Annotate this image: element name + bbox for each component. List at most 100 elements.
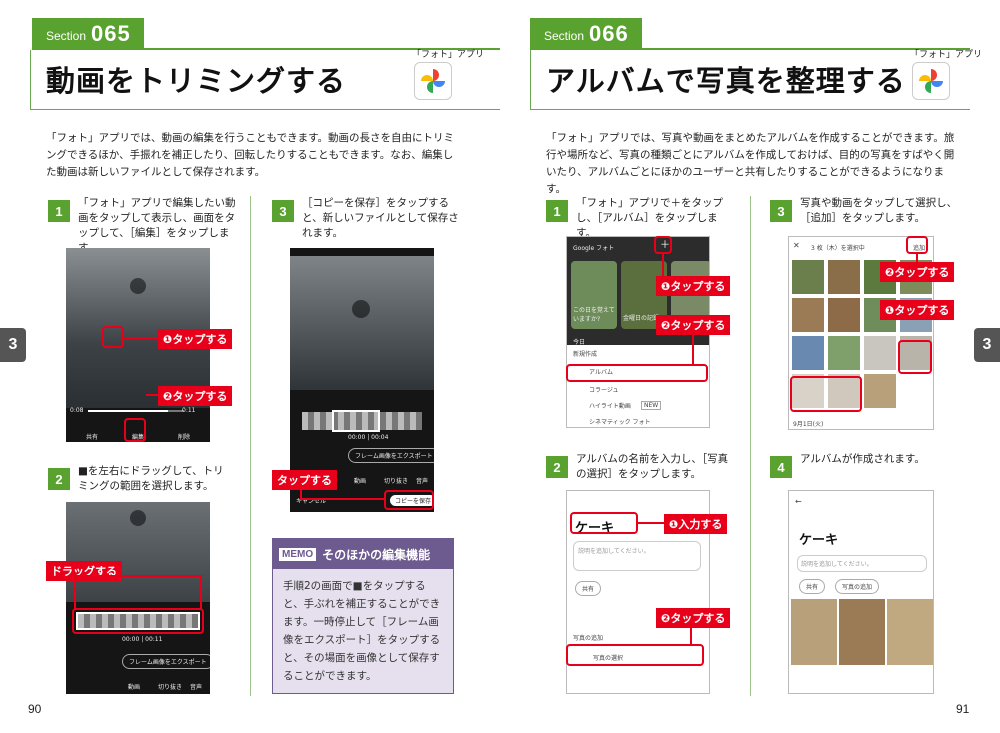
step-text-1: 「フォト」アプリで＋をタップし、［アルバム］をタップします。: [576, 197, 723, 239]
section-word: Section: [544, 28, 585, 43]
memo-label: MEMO: [279, 547, 317, 561]
step-text-4: アルバムが作成されます。: [800, 453, 925, 465]
close-icon[interactable]: ✕: [793, 241, 800, 250]
step-number-4: 4: [770, 456, 792, 478]
highlight-album-name: [570, 512, 638, 534]
photo-thumb[interactable]: [827, 259, 861, 295]
callout-line: [692, 330, 694, 364]
album-created-screen: ← ケーキ 説明を追加してください。 共有 写真の追加: [788, 490, 934, 694]
step-text-3: 写真や動画をタップして選択し、［追加］をタップします。: [800, 197, 958, 224]
callout-input: ❶入力する: [664, 514, 728, 534]
share-button[interactable]: 共有: [575, 581, 602, 596]
play-icon[interactable]: [130, 510, 146, 526]
photo-thumb[interactable]: [791, 335, 825, 371]
callout-line: [124, 337, 158, 339]
play-icon[interactable]: [352, 300, 370, 318]
photo-thumb[interactable]: [863, 335, 897, 371]
description-input[interactable]: 説明を追加してください。: [573, 541, 701, 571]
highlight-save-copy: [384, 490, 434, 510]
callout-tap-save: タップする: [272, 470, 337, 490]
step-text-1: 「フォト」アプリで編集したい動画をタップして表示し、画面をタップして、［編集］を…: [78, 197, 236, 254]
photo-thumb[interactable]: [791, 297, 825, 333]
add-photos-label: 写真の追加: [573, 635, 604, 642]
step-text-2: アルバムの名前を入力し、［写真の選択］をタップします。: [576, 453, 729, 480]
chapter-tab-right: 3: [974, 328, 1000, 362]
highlight-trim-range: [72, 608, 204, 634]
trim-strip[interactable]: [302, 410, 422, 432]
description-input[interactable]: 説明を追加してください。: [797, 555, 927, 572]
delete-button[interactable]: 削除: [178, 432, 190, 441]
share-button[interactable]: 共有: [86, 432, 98, 441]
step-number-2: 2: [48, 468, 70, 490]
app-tag-right: 「フォト」アプリ: [910, 50, 983, 60]
highlight-select-photos: [566, 644, 704, 666]
menu-item-highlight[interactable]: ハイライト動画: [589, 401, 631, 410]
google-photos-icon: [912, 62, 950, 100]
page-title-left: 動画をトリミングする: [46, 64, 347, 98]
tab-video[interactable]: 動画: [354, 476, 366, 485]
app-tag-left: 「フォト」アプリ: [412, 50, 485, 60]
callout-line: [74, 575, 76, 609]
callout-line: [200, 575, 202, 609]
album-title: ケーキ: [799, 533, 839, 548]
tab-video[interactable]: 動画: [128, 682, 140, 691]
step-number-1: 1: [48, 200, 70, 222]
step-number-3: 3: [272, 200, 294, 222]
tab-crop[interactable]: 切り抜き: [158, 682, 182, 691]
tab-audio[interactable]: 音声: [190, 682, 202, 691]
export-frame-button[interactable]: フレーム画像をエクスポート: [348, 448, 434, 463]
export-frame-button[interactable]: フレーム画像をエクスポート: [122, 654, 210, 669]
step-number-2: 2: [546, 456, 568, 478]
memo-body: 手順2の画面で■をタップすると、手ぶれを補正することができます。一時停止して［フ…: [273, 569, 453, 693]
memo-title: そのほかの編集機能: [322, 547, 431, 562]
menu-item-collage[interactable]: コラージュ: [589, 385, 618, 394]
create-menu: 新規作成 アルバム コラージュ ハイライト動画 NEW シネマティック フォト: [567, 345, 709, 427]
callout-line: [146, 394, 158, 396]
album-photo[interactable]: [791, 599, 837, 665]
add-photos-button[interactable]: 写真の追加: [835, 579, 880, 594]
time-end: 0:11: [182, 407, 196, 414]
photo-thumb[interactable]: [899, 373, 933, 409]
intro-left: 「フォト」アプリでは、動画の編集を行うこともできます。動画の長さを自由にトリミン…: [46, 132, 455, 178]
photo-thumb[interactable]: [827, 297, 861, 333]
memo-box: MEMO そのほかの編集機能 手順2の画面で■をタップすると、手ぶれを補正するこ…: [272, 538, 454, 694]
new-badge: NEW: [641, 401, 662, 410]
highlight-edit-button: [124, 418, 146, 442]
step-number-3: 3: [770, 200, 792, 222]
date-label: 9月1日(火): [793, 421, 824, 428]
callout-tap-2: ❷タップする: [656, 315, 731, 335]
video-frame: [66, 248, 210, 408]
album-photo[interactable]: [839, 599, 885, 665]
card-label-1: この日を覚えていますか?: [573, 307, 615, 323]
highlight-plus: [654, 236, 672, 254]
step-text-3: ［コピーを保存］をタップすると、新しいファイルとして保存されます。: [302, 197, 459, 239]
google-photos-icon: [414, 62, 452, 100]
album-photo[interactable]: [887, 599, 933, 665]
callout-drag: ドラッグする: [46, 561, 122, 581]
play-icon[interactable]: [130, 278, 146, 294]
column-divider: [250, 196, 251, 696]
callout-line: [300, 498, 384, 500]
menu-item-cinematic[interactable]: シネマティック フォト: [589, 417, 651, 426]
tab-audio[interactable]: 音声: [416, 476, 428, 485]
photo-thumb[interactable]: [827, 335, 861, 371]
page-number-left: 90: [28, 702, 42, 716]
time-start: 0:08: [70, 407, 84, 414]
step-number-1: 1: [546, 200, 568, 222]
photo-thumb[interactable]: [791, 259, 825, 295]
callout-tap-1: ❶タップする: [158, 329, 233, 349]
callout-tap-photos: ❶タップする: [880, 300, 955, 320]
highlight-add: [906, 236, 928, 254]
selection-header: 3 枚（木）を選択中: [811, 245, 865, 252]
video-frame: [290, 256, 434, 390]
section-number: 065: [91, 21, 131, 46]
intro-right: 「フォト」アプリでは、写真や動画をまとめたアルバムを作成することができます。旅行…: [546, 132, 955, 195]
callout-tap-2: ❷タップする: [158, 386, 233, 406]
photo-thumb[interactable]: [863, 373, 897, 409]
column-divider: [750, 196, 751, 696]
back-icon[interactable]: ←: [795, 497, 802, 506]
share-button[interactable]: 共有: [799, 579, 826, 594]
progress-bar[interactable]: [88, 410, 184, 412]
trim-phone-screen: 00:00 | 00:11 フレーム画像をエクスポート 動画 切り抜き 音声: [66, 502, 210, 694]
tab-crop[interactable]: 切り抜き: [384, 476, 408, 485]
